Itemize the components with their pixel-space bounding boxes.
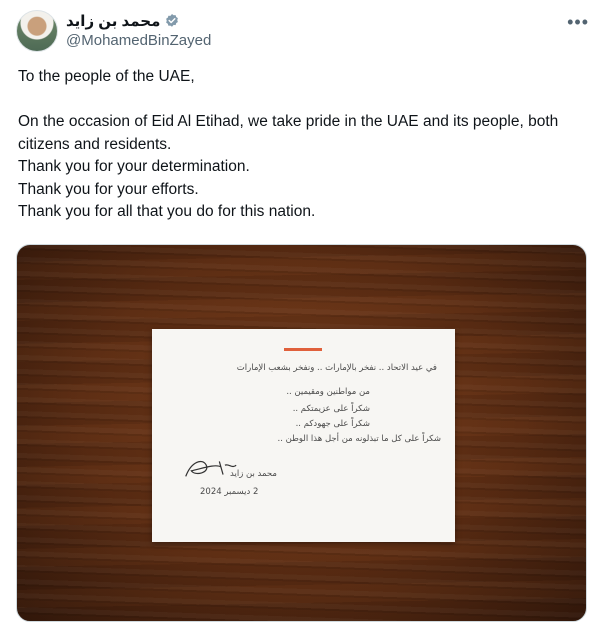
tweet-text: To the people of the UAE, On the occasio… bbox=[18, 66, 593, 224]
signature-name: محمد بن زايد bbox=[230, 469, 277, 479]
note-line: شكراً على كل ما تبذلونه من أجل هذا الوطن… bbox=[277, 434, 441, 444]
tweet-media-image[interactable]: في عيد الاتحاد .. نفخر بالإمارات .. ونفخ… bbox=[16, 244, 587, 622]
card-accent-line bbox=[284, 348, 322, 351]
avatar[interactable] bbox=[16, 10, 58, 52]
note-line: من مواطنين ومقيمين .. bbox=[286, 387, 370, 397]
verified-badge-icon bbox=[166, 14, 179, 27]
note-line: شكراً على عزيمتكم .. bbox=[292, 404, 370, 414]
author-handle[interactable]: @MohamedBinZayed bbox=[66, 32, 211, 49]
more-options-icon[interactable]: ••• bbox=[567, 12, 589, 33]
tweet-line: Thank you for your efforts. bbox=[18, 180, 199, 198]
tweet-greeting: To the people of the UAE, bbox=[18, 68, 195, 85]
tweet-header: محمد بن زايد @MohamedBinZayed ••• bbox=[16, 10, 589, 52]
tweet-line: On the occasion of Eid Al Etihad, we tak… bbox=[18, 113, 559, 153]
author-name-row[interactable]: محمد بن زايد bbox=[66, 12, 180, 30]
author-display-name[interactable]: محمد بن زايد bbox=[66, 12, 160, 30]
tweet-line: Thank you for all that you do for this n… bbox=[18, 203, 316, 220]
note-line: شكراً على جهودكم .. bbox=[295, 419, 370, 429]
tweet-line: Thank you for your determination. bbox=[18, 158, 250, 175]
note-line: في عيد الاتحاد .. نفخر بالإمارات .. ونفخ… bbox=[236, 363, 437, 373]
handwritten-note-card: في عيد الاتحاد .. نفخر بالإمارات .. ونفخ… bbox=[152, 329, 455, 542]
note-date: 2 ديسمبر 2024 bbox=[200, 487, 259, 497]
